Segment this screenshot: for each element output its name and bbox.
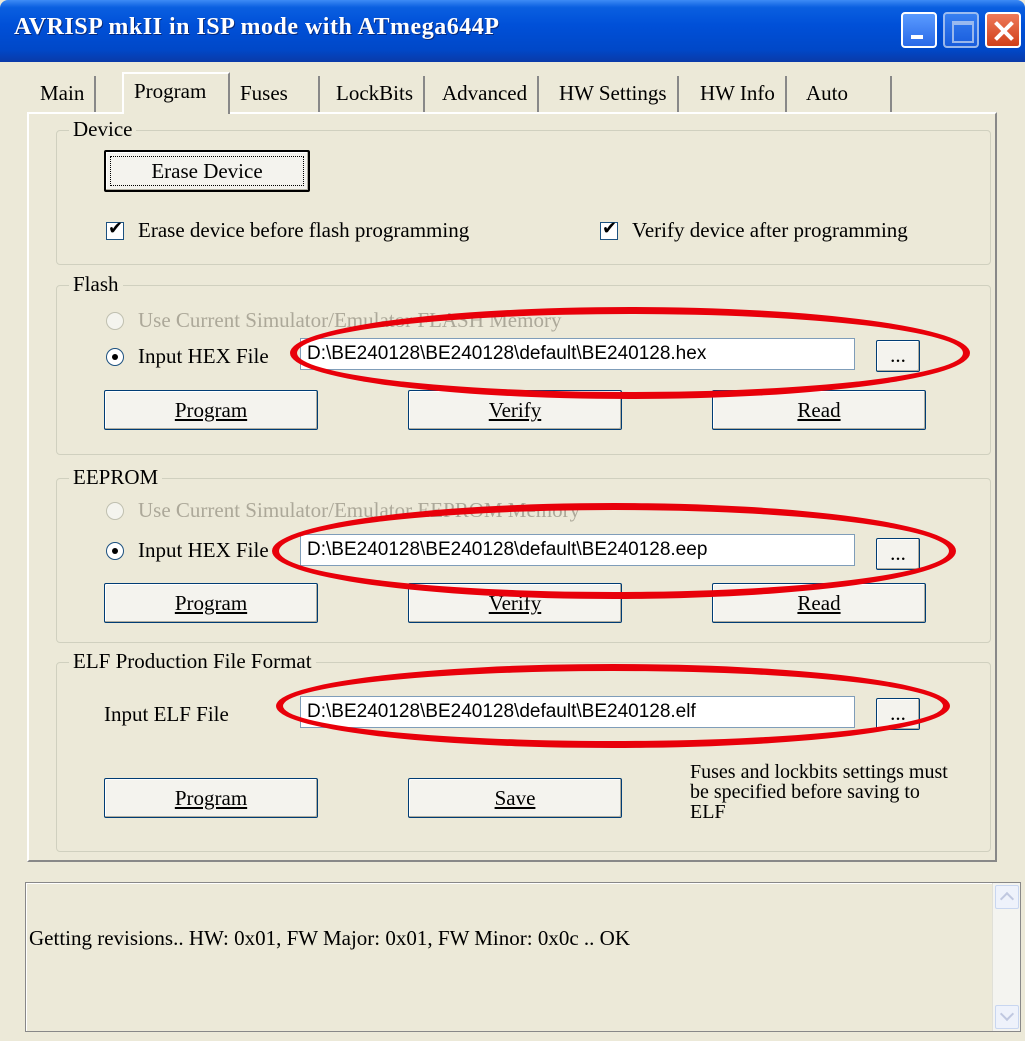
eeprom-browse-button[interactable]: ... [876, 538, 920, 570]
window-title: AVRISP mkII in ISP mode with ATmega644P [14, 14, 500, 40]
flash-hex-file-field[interactable]: D:\BE240128\BE240128\default\BE240128.he… [300, 338, 855, 370]
flash-program-button[interactable]: Program [104, 390, 318, 430]
tab-program[interactable]: Program [122, 72, 230, 114]
flash-browse-button[interactable]: ... [876, 340, 920, 372]
status-message: Getting revisions.. HW: 0x01, FW Major: … [29, 926, 630, 950]
tab-fuses[interactable]: Fuses [230, 76, 320, 112]
tab-hw-settings[interactable]: HW Settings [549, 76, 679, 112]
input-elf-file-label: Input ELF File [104, 702, 229, 726]
title-bar: AVRISP mkII in ISP mode with ATmega644P [0, 0, 1025, 62]
status-scrollbar[interactable] [992, 883, 1020, 1031]
elf-note-line-3: ELF [690, 801, 726, 823]
flash-program-label: Program [174, 398, 248, 422]
flash-use-simulator-label: Use Current Simulator/Emulator FLASH Mem… [138, 308, 562, 332]
maximize-button[interactable] [943, 12, 979, 48]
elf-save-label: Save [494, 786, 536, 810]
flash-input-hex-label: Input HEX File [138, 344, 269, 368]
tab-hw-info[interactable]: HW Info [690, 76, 787, 112]
elf-group: ELF Production File Format [56, 649, 991, 852]
tab-lockbits[interactable]: LockBits [326, 76, 425, 112]
device-group-title: Device [69, 117, 137, 142]
eeprom-read-label: Read [797, 591, 841, 615]
erase-before-flash-checkbox[interactable] [106, 218, 124, 240]
flash-input-hex-radio[interactable] [106, 348, 124, 366]
elf-save-button[interactable]: Save [408, 778, 622, 818]
elf-group-title: ELF Production File Format [69, 649, 316, 674]
elf-program-button[interactable]: Program [104, 778, 318, 818]
eeprom-group-title: EEPROM [69, 465, 163, 490]
flash-use-simulator-radio [106, 312, 124, 330]
erase-device-button[interactable]: Erase Device [104, 150, 310, 192]
eeprom-input-hex-radio[interactable] [106, 542, 124, 560]
eeprom-verify-button[interactable]: Verify [408, 583, 622, 623]
tab-auto[interactable]: Auto [796, 76, 892, 112]
eeprom-verify-label: Verify [488, 591, 542, 615]
scroll-up-icon[interactable] [995, 885, 1019, 909]
elf-file-field[interactable]: D:\BE240128\BE240128\default\BE240128.el… [300, 696, 855, 728]
verify-after-programming-label: Verify device after programming [632, 218, 908, 242]
eeprom-hex-file-field[interactable]: D:\BE240128\BE240128\default\BE240128.ee… [300, 534, 855, 566]
flash-verify-button[interactable]: Verify [408, 390, 622, 430]
eeprom-input-hex-label: Input HEX File [138, 538, 269, 562]
scroll-down-icon[interactable] [995, 1005, 1019, 1029]
elf-note-line-1: Fuses and lockbits settings must [690, 761, 948, 783]
erase-device-label: Erase Device [110, 156, 304, 186]
close-button[interactable] [985, 12, 1021, 48]
tab-main[interactable]: Main [30, 76, 97, 112]
elf-browse-button[interactable]: ... [876, 698, 920, 730]
eeprom-use-simulator-label: Use Current Simulator/Emulator EEPROM Me… [138, 498, 581, 522]
flash-read-label: Read [797, 398, 841, 422]
verify-after-programming-checkbox[interactable] [600, 218, 618, 240]
eeprom-program-label: Program [174, 591, 248, 615]
flash-read-button[interactable]: Read [712, 390, 926, 430]
minimize-button[interactable] [901, 12, 937, 48]
tab-advanced[interactable]: Advanced [432, 76, 540, 112]
flash-group-title: Flash [69, 272, 123, 297]
elf-note-line-2: be specified before saving to [690, 781, 920, 803]
erase-before-flash-label: Erase device before flash programming [138, 218, 470, 242]
status-log-pane[interactable]: Getting revisions.. HW: 0x01, FW Major: … [25, 882, 1021, 1032]
flash-verify-label: Verify [488, 398, 542, 422]
eeprom-read-button[interactable]: Read [712, 583, 926, 623]
eeprom-use-simulator-radio [106, 502, 124, 520]
eeprom-program-button[interactable]: Program [104, 583, 318, 623]
elf-program-label: Program [174, 786, 248, 810]
